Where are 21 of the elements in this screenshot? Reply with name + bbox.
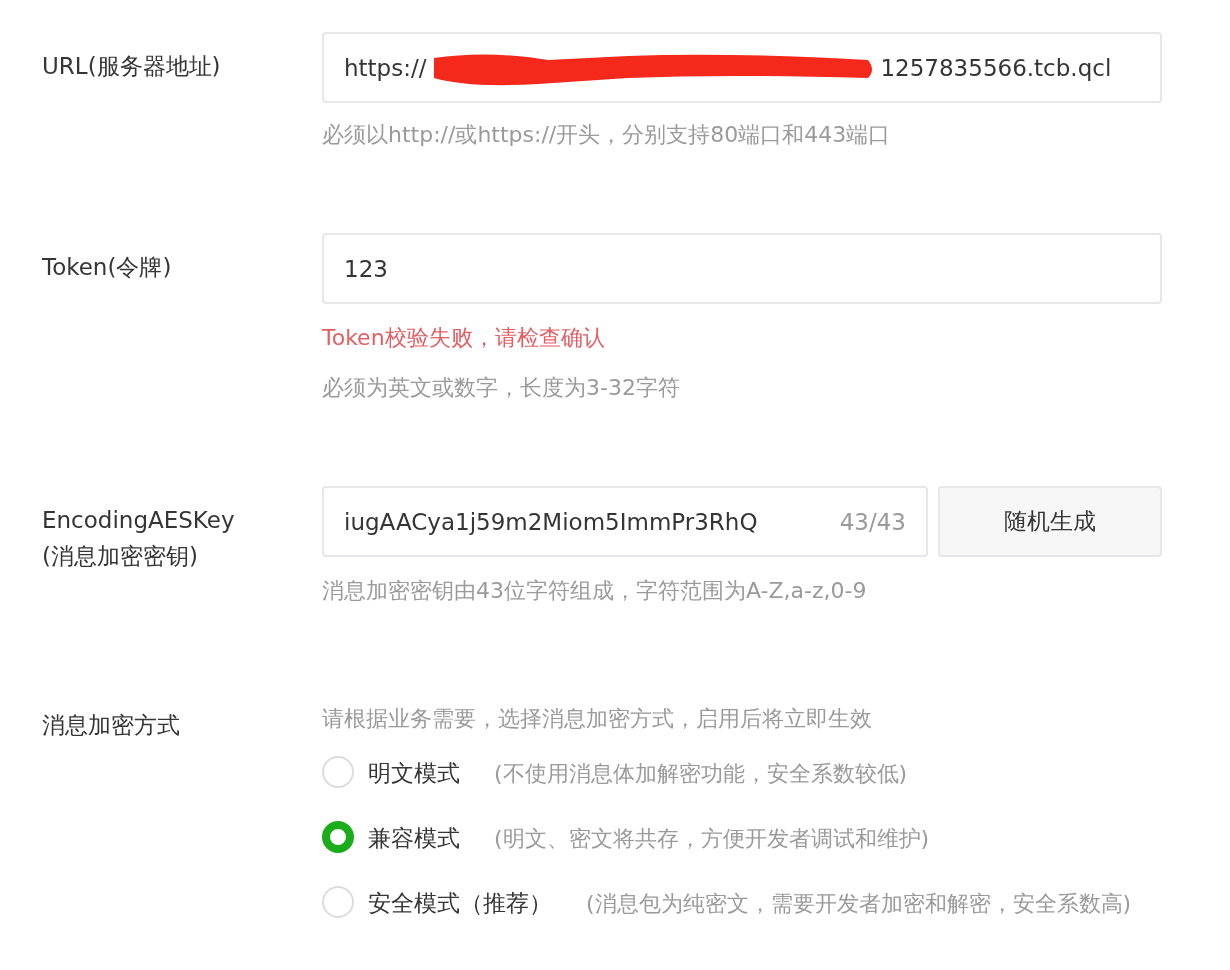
option-description: (消息包为纯密文，需要开发者加密和解密，安全系数高) <box>586 891 1132 916</box>
option-description: (明文、密文将共存，方便开发者调试和维护) <box>494 826 930 851</box>
hint-text: 必须为英文或数字，长度为3-32字符 <box>322 374 681 402</box>
option-label[interactable]: 明文模式 <box>368 760 460 786</box>
radio-button[interactable] <box>322 821 354 853</box>
field-label: 消息加密方式 <box>42 711 181 740</box>
token-field[interactable]: 123 <box>322 233 1162 304</box>
hint-text: 必须以http://或https://开头，分别支持80端口和443端口 <box>322 121 892 149</box>
field-label: (消息加密密钥) <box>42 542 199 571</box>
url-field[interactable]: https:// 1257835566.tcb.qcl <box>322 32 1162 103</box>
field-label: Token(令牌) <box>42 253 173 282</box>
generate-button[interactable]: 随机生成 <box>938 486 1162 557</box>
field-label: URL(服务器地址) <box>42 52 222 81</box>
error-message: Token校验失败，请检查确认 <box>322 324 606 352</box>
intro-text: 请根据业务需要，选择消息加密方式，启用后将立即生效 <box>322 705 873 733</box>
hint-text: 消息加密密钥由43位字符组成，字符范围为A-Z,a-z,0-9 <box>322 577 868 605</box>
option-label[interactable]: 兼容模式 <box>368 825 460 851</box>
option-label[interactable]: 安全模式（推荐） <box>368 890 552 916</box>
field-label: EncodingAESKey <box>42 506 236 535</box>
aes-key-field[interactable]: iugAACya1j59m2Miom5ImmPr3RhQ 43/43 <box>322 486 928 557</box>
option-description: (不使用消息体加解密功能，安全系数较低) <box>494 761 908 786</box>
